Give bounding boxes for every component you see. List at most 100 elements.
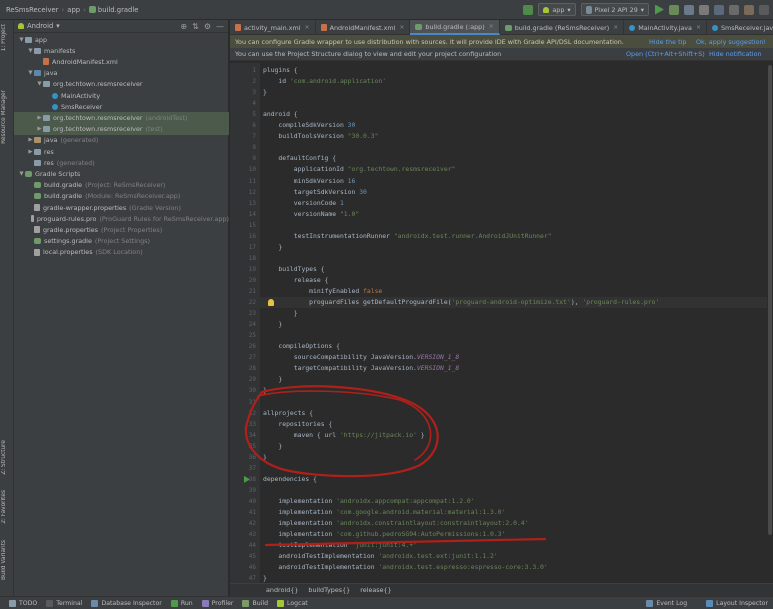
code-line[interactable]: }: [263, 319, 282, 330]
gear-icon[interactable]: ⚙: [204, 22, 211, 31]
close-icon[interactable]: ×: [399, 24, 404, 31]
code-line[interactable]: implementation 'androidx.appcompat:appco…: [263, 496, 474, 507]
code-line[interactable]: android {: [263, 109, 298, 120]
chevron-right-icon[interactable]: ▶: [36, 115, 43, 121]
chevron-right-icon[interactable]: ▶: [27, 149, 34, 155]
sdk-manager-icon[interactable]: [744, 4, 754, 15]
locate-file-icon[interactable]: ⊕: [180, 22, 187, 31]
close-icon[interactable]: ×: [696, 24, 701, 31]
chevron-down-icon[interactable]: ▼: [18, 37, 25, 43]
editor-scrollbar[interactable]: [767, 63, 773, 563]
code-line[interactable]: }: [263, 87, 267, 98]
open-project-structure-link[interactable]: Open (Ctrl+Alt+Shift+S): [626, 50, 705, 58]
debug-icon[interactable]: [684, 4, 694, 15]
tree-item[interactable]: build.gradle (Project: ReSmsReceiver): [14, 180, 229, 191]
code-line[interactable]: }: [263, 242, 282, 253]
tree-item[interactable]: proguard-rules.pro (ProGuard Rules for Re…: [14, 213, 229, 224]
code-line[interactable]: maven { url 'https://jitpack.io' }: [263, 430, 425, 441]
code-editor[interactable]: plugins { id 'com.android.application'} a…: [260, 63, 773, 583]
code-line[interactable]: id 'com.android.application': [263, 76, 386, 87]
code-line[interactable]: versionName "1.0": [263, 209, 359, 220]
code-line[interactable]: androidTestImplementation 'androidx.test…: [263, 562, 547, 573]
device-combo[interactable]: Pixel 2 API 29 ▾: [580, 3, 649, 16]
chevron-down-icon[interactable]: ▼: [27, 48, 34, 54]
code-line[interactable]: compileOptions {: [263, 341, 340, 352]
code-line[interactable]: buildTypes {: [263, 264, 324, 275]
tree-item[interactable]: ▼ org.techtown.resmsreceiver: [14, 79, 229, 90]
code-line[interactable]: versionCode 1: [263, 198, 344, 209]
tool-window-button[interactable]: Database Inspector: [91, 599, 162, 607]
resource-manager-tool-tab[interactable]: Resource Manager: [1, 90, 7, 144]
apply-suggestion-link[interactable]: Ok, apply suggestion!: [696, 38, 766, 46]
tree-item[interactable]: settings.gradle (Project Settings): [14, 236, 229, 247]
code-line[interactable]: release {: [263, 275, 329, 286]
tree-item[interactable]: SmsReceiver: [14, 101, 229, 112]
sync-icon[interactable]: [714, 4, 724, 15]
tree-item[interactable]: gradle-wrapper.properties (Gradle Version…: [14, 202, 229, 213]
editor-tab[interactable]: build.gradle (ReSmsReceiver) ×: [500, 20, 625, 35]
scrollbar-thumb[interactable]: [768, 65, 772, 535]
chevron-down-icon[interactable]: ▼: [36, 81, 43, 87]
code-breadcrumb-android[interactable]: android{}: [266, 586, 298, 594]
code-line[interactable]: androidTestImplementation 'androidx.test…: [263, 551, 497, 562]
tree-item[interactable]: MainActivity: [14, 90, 229, 101]
tree-item[interactable]: ▼ Gradle Scripts: [14, 168, 229, 179]
code-line[interactable]: sourceCompatibility JavaVersion.VERSION_…: [263, 352, 459, 363]
code-line[interactable]: applicationId "org.techtown.resmsreceive…: [263, 164, 456, 175]
code-line[interactable]: allprojects {: [263, 408, 313, 419]
favorites-tool-tab[interactable]: 2: Favorites: [1, 490, 7, 524]
tool-window-button[interactable]: TODO: [9, 599, 37, 607]
chevron-down-icon[interactable]: ▼: [27, 70, 34, 76]
run-config-combo[interactable]: app ▾: [538, 3, 576, 16]
apply-changes-icon[interactable]: [669, 4, 679, 15]
code-line[interactable]: compileSdkVersion 30: [263, 120, 355, 131]
tool-window-button[interactable]: Layout Inspector: [706, 600, 768, 607]
breadcrumb-module[interactable]: app: [67, 6, 80, 14]
code-line[interactable]: implementation 'com.github.pedroSG94:Aut…: [263, 529, 505, 540]
tree-item[interactable]: local.properties (SDK Location): [14, 247, 229, 258]
code-breadcrumb-buildtypes[interactable]: buildTypes{}: [308, 586, 350, 594]
tree-item[interactable]: ▶ org.techtown.resmsreceiver (androidTest): [14, 112, 229, 124]
code-breadcrumb-release[interactable]: release{}: [360, 586, 391, 594]
code-line[interactable]: dependencies {: [263, 474, 317, 485]
tree-item[interactable]: gradle.properties (Project Properties): [14, 224, 229, 235]
structure-tool-tab[interactable]: Z: Structure: [1, 440, 7, 475]
project-tool-tab[interactable]: 1: Project: [1, 24, 7, 51]
code-line[interactable]: buildToolsVersion "30.0.3": [263, 131, 378, 142]
tool-window-button[interactable]: Profiler: [201, 599, 233, 607]
chevron-right-icon[interactable]: ▶: [36, 126, 43, 132]
project-view-combo[interactable]: Android ▾: [18, 22, 60, 30]
close-icon[interactable]: ×: [613, 24, 618, 31]
hide-tip-link[interactable]: Hide the tip: [649, 38, 686, 46]
attach-debugger-icon[interactable]: [699, 4, 709, 15]
code-line[interactable]: }: [263, 308, 298, 319]
tree-item[interactable]: res (generated): [14, 157, 229, 168]
tree-item[interactable]: ▼ java: [14, 68, 229, 79]
tool-window-button[interactable]: Event Log: [646, 600, 687, 607]
tree-item[interactable]: ▼ app: [14, 34, 229, 45]
tree-item[interactable]: ▶ res: [14, 146, 229, 157]
editor-tab[interactable]: build.gradle (:app) ×: [410, 20, 500, 35]
avd-manager-icon[interactable]: [729, 4, 739, 15]
tree-item[interactable]: build.gradle (Module: ReSmsReceiver.app): [14, 191, 229, 202]
make-project-icon[interactable]: [523, 4, 534, 15]
tree-item[interactable]: ▶ java (generated): [14, 135, 229, 146]
code-line[interactable]: targetSdkVersion 30: [263, 187, 367, 198]
code-line[interactable]: defaultConfig {: [263, 153, 336, 164]
chevron-right-icon[interactable]: ▶: [27, 137, 34, 143]
collapse-all-icon[interactable]: ⇅: [192, 22, 199, 31]
code-line[interactable]: plugins {: [263, 65, 298, 76]
hide-panel-icon[interactable]: —: [216, 22, 224, 31]
code-line[interactable]: }: [263, 374, 282, 385]
code-line[interactable]: repositories {: [263, 419, 332, 430]
code-line[interactable]: minifyEnabled false: [263, 286, 382, 297]
breadcrumb-project[interactable]: ReSmsReceiver: [6, 6, 58, 14]
tool-window-button[interactable]: Terminal: [46, 599, 82, 607]
code-line[interactable]: minSdkVersion 16: [263, 176, 356, 187]
lightbulb-icon[interactable]: [268, 299, 274, 307]
tool-window-button[interactable]: Logcat: [277, 599, 308, 607]
close-icon[interactable]: ×: [489, 23, 494, 30]
hide-notification-link[interactable]: Hide notification: [709, 50, 762, 58]
close-icon[interactable]: ×: [305, 24, 310, 31]
code-line[interactable]: }: [263, 452, 267, 463]
